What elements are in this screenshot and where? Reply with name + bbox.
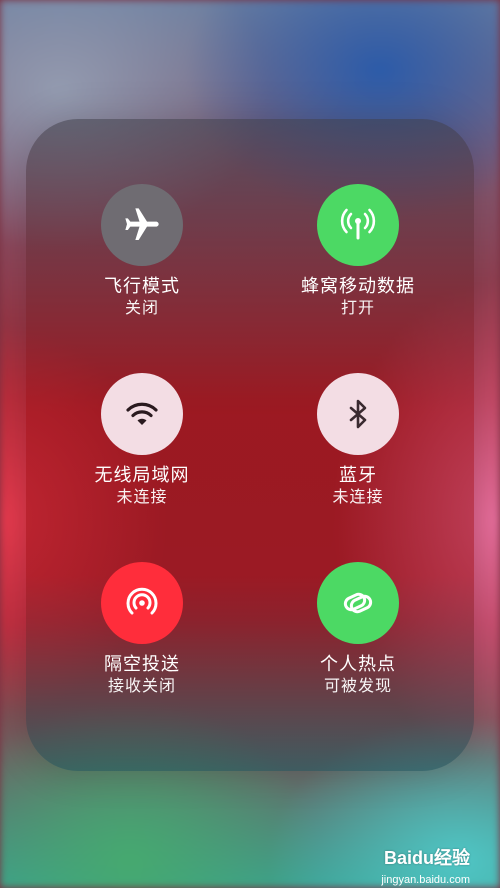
hotspot-link-icon [343, 592, 373, 614]
bluetooth-status: 未连接 [332, 489, 384, 506]
airdrop-label: 隔空投送 [104, 654, 180, 674]
airdrop-toggle[interactable] [101, 562, 183, 644]
baidu-watermark-logo: Baidu经验 [383, 848, 470, 868]
personal-hotspot-tile[interactable]: 个人热点 可被发现 [258, 562, 458, 698]
airdrop-tile[interactable]: 隔空投送 接收关闭 [42, 562, 242, 698]
cellular-data-tile[interactable]: 蜂窝移动数据 打开 [258, 184, 458, 320]
cellular-data-label: 蜂窝移动数据 [301, 276, 415, 296]
cellular-data-status: 打开 [340, 300, 375, 317]
personal-hotspot-toggle[interactable] [317, 562, 399, 644]
airdrop-icon [126, 587, 158, 615]
personal-hotspot-status: 可被发现 [323, 678, 392, 695]
bluetooth-label: 蓝牙 [339, 465, 377, 485]
airplane-mode-toggle[interactable] [101, 184, 183, 266]
connectivity-panel: 飞行模式 关闭 蜂窝移动数据 打开 无线局域网 未连接 蓝牙 未连接 隔空投送 … [26, 119, 474, 771]
bluetooth-icon [349, 399, 367, 429]
wifi-tile[interactable]: 无线局域网 未连接 [42, 373, 242, 509]
baidu-watermark-url: jingyan.baidu.com [381, 874, 470, 886]
cellular-antenna-icon [340, 208, 376, 240]
bluetooth-toggle[interactable] [317, 373, 399, 455]
airplane-mode-tile[interactable]: 飞行模式 关闭 [42, 184, 242, 320]
airplane-mode-status: 关闭 [124, 300, 159, 317]
airplane-mode-label: 飞行模式 [104, 276, 180, 296]
cellular-data-toggle[interactable] [317, 184, 399, 266]
bluetooth-tile[interactable]: 蓝牙 未连接 [258, 373, 458, 509]
airplane-icon [125, 208, 159, 240]
wifi-label: 无线局域网 [94, 465, 190, 485]
personal-hotspot-label: 个人热点 [320, 654, 396, 674]
wifi-status: 未连接 [116, 489, 168, 506]
wifi-icon [126, 402, 158, 425]
airdrop-status: 接收关闭 [107, 678, 176, 695]
wifi-toggle[interactable] [101, 373, 183, 455]
